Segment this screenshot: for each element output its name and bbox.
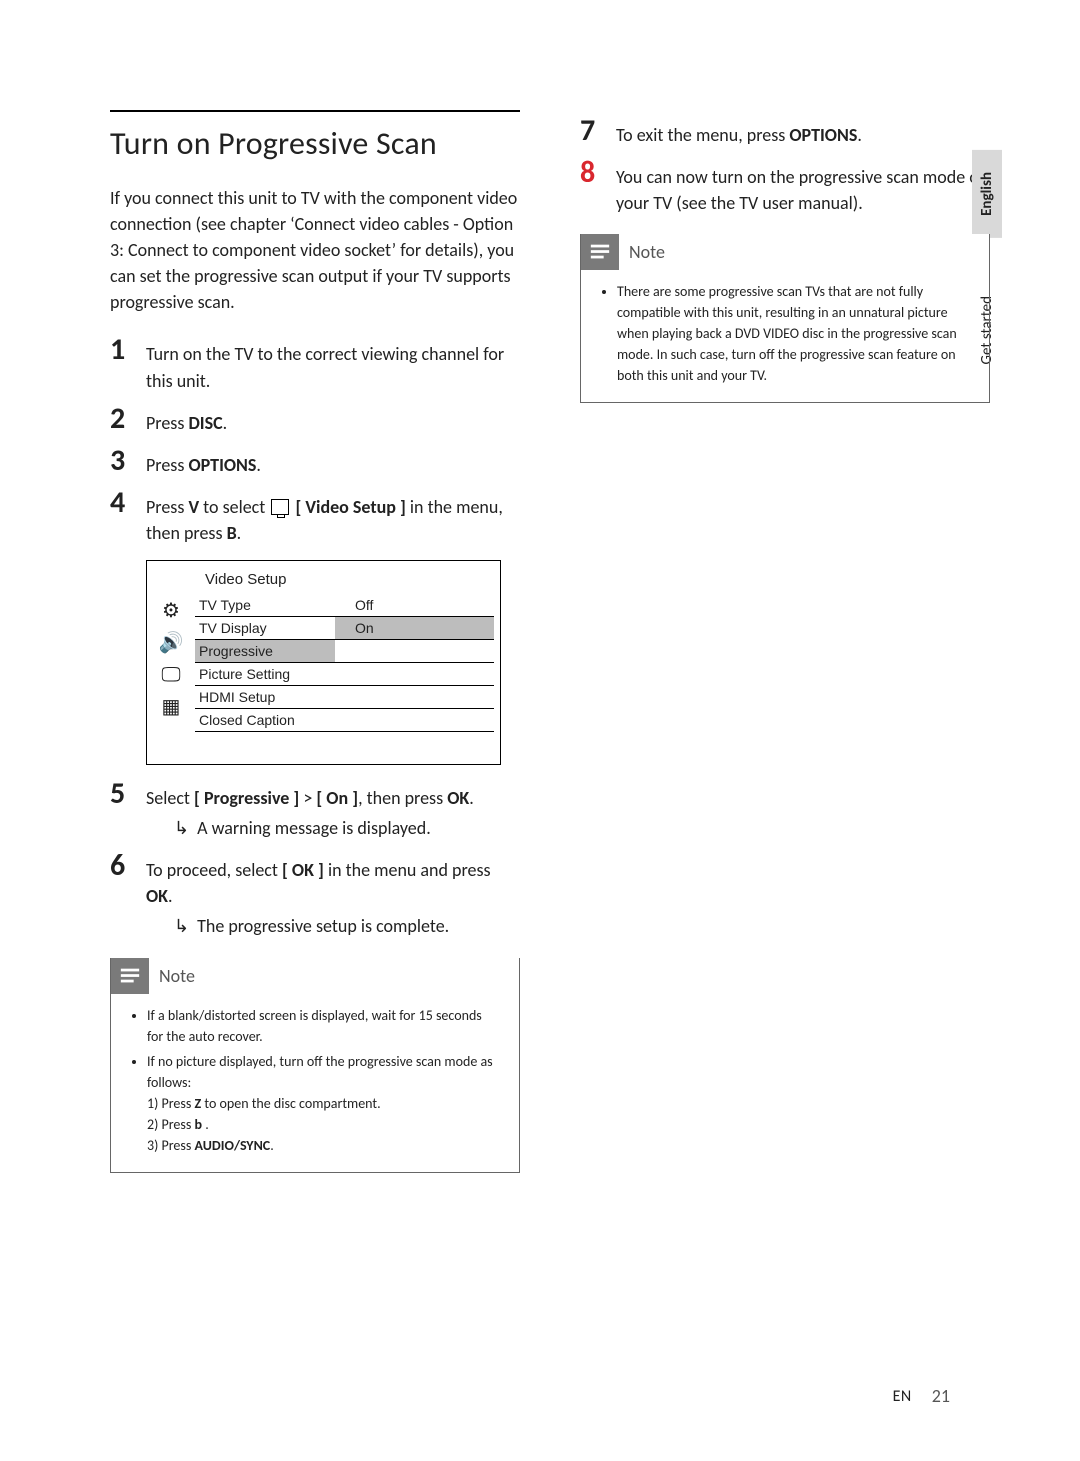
- text: .: [202, 1116, 209, 1133]
- row-closed-caption: Closed Caption: [195, 709, 335, 731]
- section-title: Turn on Progressive Scan: [110, 110, 520, 163]
- key-b: b: [195, 1116, 203, 1133]
- button-label-options: OPTIONS: [789, 124, 857, 146]
- page-footer: EN 21: [893, 1385, 950, 1407]
- button-label-options: OPTIONS: [188, 454, 256, 476]
- step-number: 5: [110, 779, 146, 809]
- text: A warning message is displayed.: [197, 815, 431, 841]
- step-8-text: You can now turn on the progressive scan…: [616, 158, 990, 216]
- key-ok: OK: [146, 885, 168, 907]
- note-1-bullet-1: If a blank/distorted screen is displayed…: [147, 1005, 501, 1047]
- video-setup-screenshot: Video Setup ⚙ 🔊 🖵 ▦ TV TypeOff TV Displa…: [146, 560, 501, 765]
- text: 2) Press: [147, 1116, 195, 1133]
- text: .: [223, 412, 228, 434]
- text: .: [857, 124, 862, 146]
- note-2-bullet-1: There are some progressive scan TVs that…: [617, 281, 971, 386]
- text: in the menu and press: [324, 859, 491, 881]
- step-4-text: Press V to select [ Video Setup ] in the…: [146, 488, 520, 546]
- step-number: 7: [580, 116, 616, 146]
- text: Press: [146, 496, 188, 518]
- menu-ok: [ OK ]: [282, 859, 324, 881]
- footer-page-number: 21: [932, 1385, 950, 1407]
- steps-list-left: 1 Turn on the TV to the correct viewing …: [110, 335, 520, 546]
- step-7-text: To exit the menu, press OPTIONS.: [616, 116, 862, 148]
- audio-icon: 🔊: [158, 630, 184, 656]
- row-progressive: Progressive: [195, 640, 335, 662]
- text: .: [168, 885, 173, 907]
- row-tv-display: TV Display: [195, 617, 335, 639]
- menu-progressive: [ Progressive ]: [194, 787, 299, 809]
- text: The progressive setup is complete.: [197, 913, 449, 939]
- settings-icon: ⚙: [158, 598, 184, 624]
- step-5-result: A warning message is displayed.: [146, 815, 474, 841]
- step-6-text: To proceed, select [ OK ] in the menu an…: [146, 851, 520, 939]
- text: .: [469, 787, 474, 809]
- intro-paragraph: If you connect this unit to TV with the …: [110, 185, 520, 315]
- video-setup-rows: TV TypeOff TV DisplayOn Progressive Pict…: [195, 594, 500, 764]
- text: , then press: [358, 787, 447, 809]
- menu-on: [ On ]: [316, 787, 358, 809]
- text: Press: [146, 412, 188, 434]
- text: .: [256, 454, 261, 476]
- note-box-1: Note If a blank/distorted screen is disp…: [110, 958, 520, 1173]
- note-icon: [111, 958, 149, 994]
- step-number: 6: [110, 851, 146, 881]
- text: >: [299, 787, 316, 809]
- note-icon: [581, 234, 619, 270]
- button-label-disc: DISC: [188, 412, 222, 434]
- step-number: 2: [110, 404, 146, 434]
- key-ok: OK: [447, 787, 469, 809]
- video-setup-header: Video Setup: [147, 561, 500, 594]
- step-number: 3: [110, 446, 146, 476]
- note-label: Note: [629, 241, 675, 263]
- row-picture-setting: Picture Setting: [195, 663, 335, 685]
- text: If no picture displayed, turn off the pr…: [147, 1053, 493, 1091]
- footer-lang: EN: [893, 1387, 912, 1406]
- key-audio-sync: AUDIO/SYNC: [195, 1137, 271, 1154]
- video-icon: 🖵: [158, 662, 184, 688]
- step-3-text: Press OPTIONS.: [146, 446, 261, 478]
- note-1-bullet-2: If no picture displayed, turn off the pr…: [147, 1051, 501, 1156]
- steps-list-right: 7 To exit the menu, press OPTIONS. 8 You…: [580, 116, 990, 216]
- text: To exit the menu, press: [616, 124, 789, 146]
- menu-category-icons: ⚙ 🔊 🖵 ▦: [147, 594, 195, 764]
- text: .: [270, 1137, 274, 1154]
- text: 1) Press: [147, 1095, 195, 1112]
- note-box-2: Note There are some progressive scan TVs…: [580, 234, 990, 403]
- step-5-text: Select [ Progressive ] > [ On ], then pr…: [146, 779, 474, 841]
- key-b: B: [227, 522, 237, 544]
- text: to open the disc compartment.: [201, 1095, 380, 1112]
- row-tv-type: TV Type: [195, 594, 335, 616]
- step-6-result: The progressive setup is complete.: [146, 913, 520, 939]
- opt-on: On: [335, 617, 494, 639]
- menu-video-setup: [ Video Setup ]: [295, 496, 405, 518]
- step-1-text: Turn on the TV to the correct viewing ch…: [146, 335, 520, 393]
- note-label: Note: [159, 965, 205, 987]
- note-1-body: If a blank/distorted screen is displayed…: [111, 995, 519, 1172]
- text: to select: [199, 496, 269, 518]
- step-2-text: Press DISC.: [146, 404, 227, 436]
- text: To proceed, select: [146, 859, 282, 881]
- step-number: 8: [580, 158, 616, 188]
- grid-icon: ▦: [158, 694, 184, 720]
- text: 3) Press: [147, 1137, 195, 1154]
- text: Press: [146, 454, 188, 476]
- step-number: 1: [110, 335, 146, 365]
- text: .: [237, 522, 242, 544]
- steps-list-left-2: 5 Select [ Progressive ] > [ On ], then …: [110, 779, 520, 939]
- text: Select: [146, 787, 194, 809]
- note-2-body: There are some progressive scan TVs that…: [581, 271, 989, 402]
- side-tab-english: English: [972, 150, 1002, 238]
- row-hdmi-setup: HDMI Setup: [195, 686, 335, 708]
- step-number: 4: [110, 488, 146, 518]
- key-v: V: [188, 496, 199, 518]
- opt-off: Off: [335, 594, 494, 616]
- monitor-icon: [271, 499, 289, 515]
